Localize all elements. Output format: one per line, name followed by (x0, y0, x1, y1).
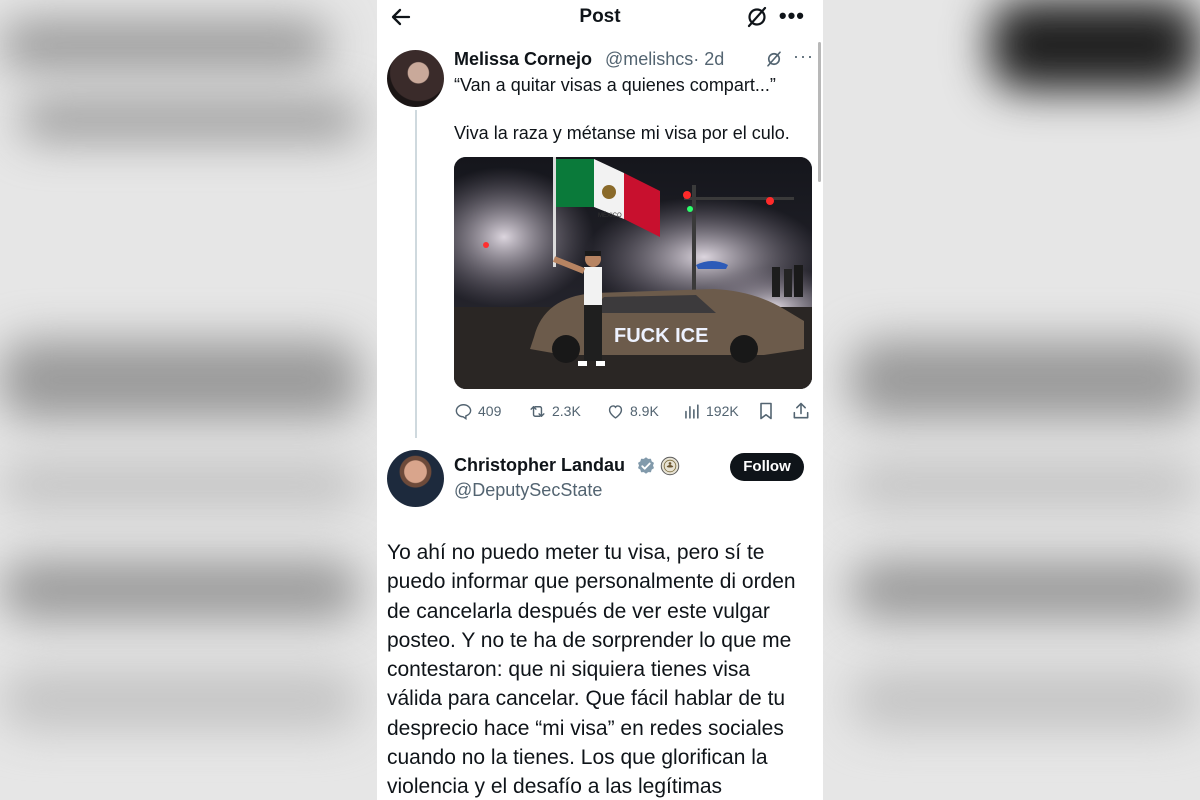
author-name[interactable]: Melissa Cornejo (454, 49, 592, 70)
like-count: 8.9K (630, 403, 659, 419)
reply-text-line: desprecio hace “mi visa” en redes social… (387, 716, 784, 740)
post-screen: Post ••• Melissa Cornejo @melishcs· 2d ·… (377, 0, 823, 800)
post-actions: 409 2.3K 8.9K 192K (454, 399, 814, 423)
repost-button[interactable]: 2.3K (528, 399, 581, 423)
government-seal-icon[interactable] (660, 456, 680, 476)
reply-text-line: cuando no la tienes. Los que glorifican … (387, 746, 768, 770)
author-name[interactable]: Christopher Landau (454, 455, 625, 476)
thread-connector (415, 110, 417, 438)
post-image[interactable]: FUCK ICE MÉXICO (454, 157, 812, 389)
author-handle[interactable]: @DeputySecState (454, 480, 602, 501)
view-count: 192K (706, 403, 739, 419)
blurred-shape (850, 340, 1200, 420)
more-horizontal-icon[interactable]: ··· (793, 46, 814, 67)
bookmark-icon[interactable] (756, 401, 776, 421)
flag-text: MÉXICO (598, 212, 622, 219)
reply-text: Yo ahí no puedo meter tu visa, pero sí t… (387, 538, 817, 800)
more-horizontal-icon[interactable]: ••• (779, 5, 805, 27)
verified-badge-icon[interactable] (636, 456, 656, 476)
heart-icon (608, 404, 623, 419)
post-text-line: “Van a quitar visas a quienes compart...… (454, 75, 776, 95)
reply-text-line: de cancelarla después de ver este vulgar (387, 599, 770, 623)
like-button[interactable]: 8.9K (606, 399, 659, 423)
grok-icon[interactable] (745, 5, 769, 29)
post-time: · 2d (693, 49, 725, 69)
author-handle[interactable]: @melishcs (605, 49, 693, 69)
blurred-shape (850, 460, 1200, 510)
views-icon (685, 403, 699, 419)
follow-button[interactable]: Follow (730, 453, 804, 481)
blurred-shape (0, 670, 360, 730)
reply-text-line: violencia y el desafío a las legítimas (387, 775, 723, 799)
blurred-shape (850, 670, 1200, 730)
repost-count: 2.3K (552, 403, 581, 419)
graffiti-text: FUCK ICE (614, 325, 708, 347)
reply-text-line: Yo ahí no puedo meter tu visa, pero sí t… (387, 541, 765, 564)
blurred-shape (990, 0, 1200, 90)
avatar[interactable] (387, 50, 444, 107)
post-text-line: Viva la raza y métanse mi visa por el cu… (454, 123, 790, 143)
reply-text-line: puedo informar que personalmente di orde… (387, 570, 796, 594)
blurred-shape (0, 460, 360, 510)
share-icon[interactable] (791, 401, 811, 421)
top-bar: Post ••• (377, 0, 823, 34)
reply-text-line: contestaron: que ni siquiera tienes visa (387, 658, 751, 682)
blurred-shape (850, 560, 1200, 620)
reply-count: 409 (478, 403, 502, 419)
author-handle-and-time[interactable]: @melishcs· 2d (605, 49, 724, 70)
reply-button[interactable]: 409 (454, 399, 501, 423)
reply-text-line: válida para cancelar. Que fácil hablar d… (387, 687, 786, 711)
protest-photo: FUCK ICE MÉXICO (454, 157, 812, 389)
reply-icon (455, 403, 472, 420)
views-button[interactable]: 192K (682, 399, 739, 423)
avatar[interactable] (387, 450, 444, 507)
blurred-shape (20, 100, 360, 140)
blurred-shape (0, 340, 360, 420)
blurred-shape (0, 560, 360, 620)
grok-icon[interactable] (765, 50, 783, 68)
scrollbar[interactable] (818, 42, 821, 182)
repost-icon (530, 405, 545, 417)
blurred-shape (0, 20, 330, 70)
reply-text-line: posteo. Y no te ha de sorprender lo que … (387, 628, 792, 652)
